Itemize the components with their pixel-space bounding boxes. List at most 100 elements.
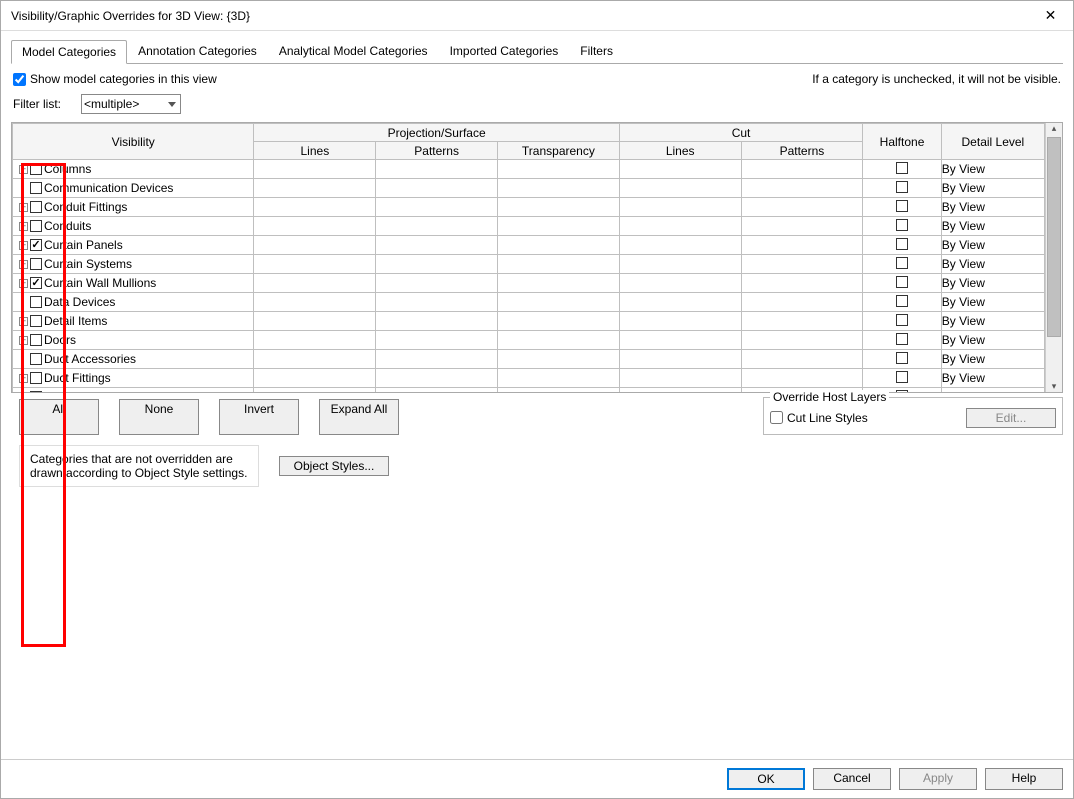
visibility-checkbox[interactable]	[30, 239, 42, 251]
cut-line-styles-input[interactable]	[770, 411, 783, 424]
detail-level-cell[interactable]: By View	[941, 388, 1044, 392]
visibility-checkbox[interactable]	[30, 220, 42, 232]
table-row[interactable]: +Curtain PanelsBy View	[13, 236, 1045, 255]
halftone-checkbox[interactable]	[896, 390, 908, 392]
proj-patterns-cell[interactable]	[376, 369, 498, 388]
detail-level-cell[interactable]: By View	[941, 255, 1044, 274]
table-row[interactable]: +Conduit FittingsBy View	[13, 198, 1045, 217]
proj-lines-cell[interactable]	[254, 236, 376, 255]
halftone-cell[interactable]	[863, 312, 941, 331]
proj-transparency-cell[interactable]	[498, 198, 620, 217]
cut-patterns-cell[interactable]	[741, 179, 863, 198]
halftone-cell[interactable]	[863, 179, 941, 198]
detail-level-cell[interactable]: By View	[941, 198, 1044, 217]
proj-patterns-cell[interactable]	[376, 388, 498, 392]
table-row[interactable]: +ColumnsBy View	[13, 160, 1045, 179]
visibility-checkbox[interactable]	[30, 296, 42, 308]
cut-lines-cell[interactable]	[619, 312, 741, 331]
expand-all-button[interactable]: Expand All	[319, 399, 399, 435]
proj-lines-cell[interactable]	[254, 350, 376, 369]
show-categories-checkbox[interactable]: Show model categories in this view	[13, 72, 217, 86]
table-row[interactable]: +Curtain SystemsBy View	[13, 255, 1045, 274]
proj-lines-cell[interactable]	[254, 274, 376, 293]
cancel-button[interactable]: Cancel	[813, 768, 891, 790]
detail-level-cell[interactable]: By View	[941, 274, 1044, 293]
halftone-checkbox[interactable]	[896, 314, 908, 326]
table-row[interactable]: Communication DevicesBy View	[13, 179, 1045, 198]
proj-patterns-cell[interactable]	[376, 331, 498, 350]
cut-patterns-cell[interactable]	[741, 255, 863, 274]
detail-level-cell[interactable]: By View	[941, 331, 1044, 350]
proj-transparency-cell[interactable]	[498, 312, 620, 331]
halftone-checkbox[interactable]	[896, 162, 908, 174]
cut-line-styles-checkbox[interactable]: Cut Line Styles	[770, 411, 868, 425]
expand-icon[interactable]: +	[19, 317, 28, 326]
detail-level-cell[interactable]: By View	[941, 369, 1044, 388]
table-row[interactable]: +Detail ItemsBy View	[13, 312, 1045, 331]
cut-lines-cell[interactable]	[619, 331, 741, 350]
cut-patterns-cell[interactable]	[741, 293, 863, 312]
proj-lines-cell[interactable]	[254, 312, 376, 331]
all-button[interactable]: All	[19, 399, 99, 435]
table-row[interactable]: +Curtain Wall MullionsBy View	[13, 274, 1045, 293]
show-categories-input[interactable]	[13, 73, 26, 86]
detail-level-cell[interactable]: By View	[941, 236, 1044, 255]
table-row[interactable]: Data DevicesBy View	[13, 293, 1045, 312]
proj-patterns-cell[interactable]	[376, 312, 498, 331]
proj-patterns-cell[interactable]	[376, 236, 498, 255]
proj-transparency-cell[interactable]	[498, 388, 620, 392]
halftone-checkbox[interactable]	[896, 200, 908, 212]
proj-transparency-cell[interactable]	[498, 255, 620, 274]
halftone-checkbox[interactable]	[896, 333, 908, 345]
cut-patterns-cell[interactable]	[741, 217, 863, 236]
halftone-cell[interactable]	[863, 217, 941, 236]
tab-filters[interactable]: Filters	[569, 39, 624, 63]
ok-button[interactable]: OK	[727, 768, 805, 790]
tab-imported-categories[interactable]: Imported Categories	[439, 39, 570, 63]
proj-transparency-cell[interactable]	[498, 369, 620, 388]
proj-transparency-cell[interactable]	[498, 179, 620, 198]
proj-transparency-cell[interactable]	[498, 236, 620, 255]
tab-annotation-categories[interactable]: Annotation Categories	[127, 39, 268, 63]
proj-lines-cell[interactable]	[254, 388, 376, 392]
detail-level-cell[interactable]: By View	[941, 293, 1044, 312]
tab-model-categories[interactable]: Model Categories	[11, 40, 127, 64]
invert-button[interactable]: Invert	[219, 399, 299, 435]
proj-transparency-cell[interactable]	[498, 160, 620, 179]
expand-icon[interactable]: +	[19, 260, 28, 269]
halftone-checkbox[interactable]	[896, 238, 908, 250]
proj-lines-cell[interactable]	[254, 160, 376, 179]
edit-host-button[interactable]: Edit...	[966, 408, 1056, 428]
table-row[interactable]: +DoorsBy View	[13, 331, 1045, 350]
cut-lines-cell[interactable]	[619, 369, 741, 388]
halftone-cell[interactable]	[863, 198, 941, 217]
visibility-checkbox[interactable]	[30, 391, 42, 392]
tab-analytical-model-categories[interactable]: Analytical Model Categories	[268, 39, 439, 63]
help-button[interactable]: Help	[985, 768, 1063, 790]
proj-lines-cell[interactable]	[254, 293, 376, 312]
cut-patterns-cell[interactable]	[741, 312, 863, 331]
cut-lines-cell[interactable]	[619, 293, 741, 312]
proj-transparency-cell[interactable]	[498, 274, 620, 293]
detail-level-cell[interactable]: By View	[941, 350, 1044, 369]
visibility-checkbox[interactable]	[30, 353, 42, 365]
scrollbar-thumb[interactable]	[1047, 137, 1061, 337]
cut-patterns-cell[interactable]	[741, 350, 863, 369]
cut-lines-cell[interactable]	[619, 236, 741, 255]
visibility-checkbox[interactable]	[30, 334, 42, 346]
halftone-checkbox[interactable]	[896, 181, 908, 193]
proj-patterns-cell[interactable]	[376, 217, 498, 236]
proj-patterns-cell[interactable]	[376, 274, 498, 293]
halftone-cell[interactable]	[863, 236, 941, 255]
cut-patterns-cell[interactable]	[741, 160, 863, 179]
cut-lines-cell[interactable]	[619, 179, 741, 198]
halftone-cell[interactable]	[863, 369, 941, 388]
cut-patterns-cell[interactable]	[741, 331, 863, 350]
detail-level-cell[interactable]: By View	[941, 312, 1044, 331]
table-row[interactable]: +Duct FittingsBy View	[13, 369, 1045, 388]
proj-transparency-cell[interactable]	[498, 293, 620, 312]
filter-select[interactable]: <multiple>	[81, 94, 181, 114]
visibility-checkbox[interactable]	[30, 182, 42, 194]
object-styles-button[interactable]: Object Styles...	[279, 456, 389, 476]
proj-transparency-cell[interactable]	[498, 331, 620, 350]
